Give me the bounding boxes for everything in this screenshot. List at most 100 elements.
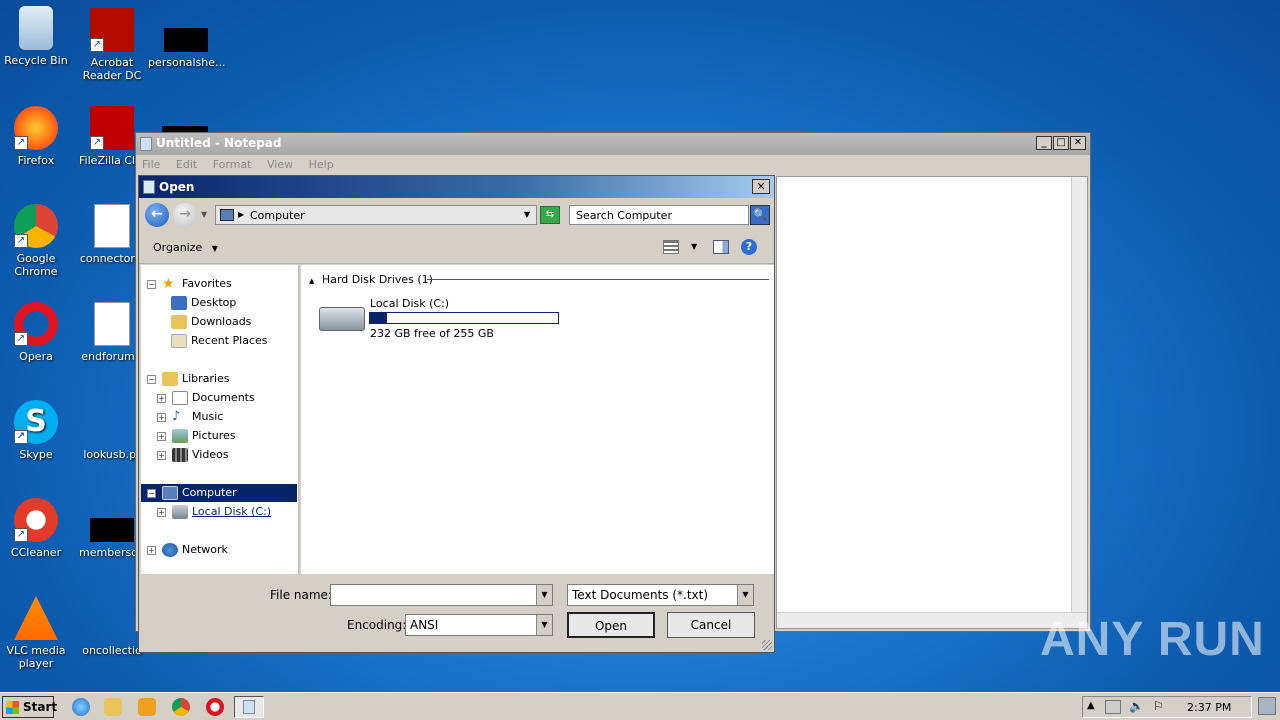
desktop-icon-chrome[interactable]: ↗ Google Chrome (0, 204, 74, 278)
close-button[interactable]: ✕ (1070, 136, 1086, 150)
maximize-button[interactable]: □ (1053, 136, 1069, 150)
menu-file[interactable]: File (142, 158, 160, 171)
desktop-icon-label: Google Chrome (14, 252, 58, 278)
tree-item-videos[interactable]: + Videos (157, 446, 229, 464)
dialog-toolbar: Organize ▼ ▼ ? (139, 232, 774, 264)
chevron-down-icon[interactable]: ▼ (536, 615, 552, 635)
tree-item-network[interactable]: + Network (147, 541, 228, 559)
media-player-icon[interactable] (138, 698, 156, 716)
taskbar-notepad-button[interactable] (234, 696, 264, 718)
desktop-icon-ccleaner[interactable]: ↗ CCleaner (0, 498, 74, 559)
expand-icon[interactable]: + (157, 450, 166, 460)
expand-icon[interactable]: + (157, 412, 166, 422)
tree-item-pictures[interactable]: + Pictures (157, 427, 236, 445)
address-text: Computer (250, 209, 305, 222)
action-center-flag-icon[interactable]: ⚐ (1153, 699, 1164, 713)
tree-item-downloads[interactable]: Downloads (171, 313, 251, 331)
word-document-icon (94, 302, 130, 346)
tree-item-computer[interactable]: − Computer (141, 484, 297, 502)
menu-help[interactable]: Help (309, 158, 334, 171)
back-button[interactable]: ← (145, 203, 169, 227)
clock[interactable]: 2:37 PM (1187, 701, 1231, 714)
desktop-icon-recycle-bin[interactable]: Recycle Bin (0, 6, 74, 67)
menu-view[interactable]: View (267, 158, 293, 171)
cancel-button[interactable]: Cancel (667, 612, 755, 638)
show-desktop-button[interactable] (1258, 697, 1276, 715)
tree-item-local-disk[interactable]: + Local Disk (C:) (157, 503, 271, 521)
view-options-icon[interactable] (663, 240, 679, 254)
encoding-label: Encoding: (347, 618, 407, 632)
refresh-button[interactable]: ⇆ (540, 206, 560, 224)
address-dropdown-icon[interactable]: ▼ (524, 210, 530, 219)
file-list-pane[interactable]: ▲ Hard Disk Drives (1) Local Disk (C:) 2… (301, 265, 774, 574)
tree-item-recent-places[interactable]: Recent Places (171, 332, 268, 350)
help-icon[interactable]: ? (741, 239, 757, 255)
collapse-icon[interactable]: − (147, 279, 156, 289)
file-icon (164, 28, 208, 52)
expand-icon[interactable]: + (147, 545, 156, 555)
resize-grip-icon[interactable] (762, 640, 772, 650)
open-button[interactable]: Open (567, 612, 655, 638)
search-icon[interactable]: 🔍 (750, 205, 770, 225)
desktop-icon-vlc[interactable]: VLC media player (0, 596, 74, 670)
organize-button[interactable]: Organize ▼ (153, 241, 218, 254)
minimize-button[interactable]: _ (1036, 136, 1052, 150)
group-header-label: Hard Disk Drives (1) (321, 273, 433, 286)
notepad-titlebar[interactable]: Untitled - Notepad _ □ ✕ (136, 133, 1090, 155)
dialog-titlebar[interactable]: Open ✕ (139, 176, 774, 198)
desktop-icon-opera[interactable]: ↗ Opera (0, 302, 74, 363)
desktop-icon-personalshe[interactable]: personalshe... (148, 28, 225, 69)
menu-edit[interactable]: Edit (176, 158, 197, 171)
collapse-group-icon[interactable]: ▲ (309, 277, 314, 285)
dialog-bottom-area: File name: ▼ Text Documents (*.txt) ▼ En… (139, 574, 774, 652)
history-dropdown-icon[interactable]: ▼ (201, 210, 207, 219)
forward-button[interactable]: → (173, 203, 197, 227)
network-tray-icon[interactable] (1105, 700, 1121, 714)
desktop-icon-skype[interactable]: S ↗ Skype (0, 400, 74, 461)
chevron-down-icon[interactable]: ▼ (536, 585, 552, 605)
address-input[interactable]: ▶ Computer ▼ (215, 205, 537, 225)
menu-format[interactable]: Format (213, 158, 252, 171)
open-dialog[interactable]: Open ✕ ← → ▼ ▶ Computer ▼ ⇆ Search Compu… (138, 175, 775, 653)
opera-icon[interactable] (206, 698, 224, 716)
star-icon: ★ (162, 276, 175, 292)
expand-icon[interactable]: + (157, 393, 166, 403)
drive-item-local-disk[interactable]: Local Disk (C:) 232 GB free of 255 GB (317, 297, 577, 341)
downloads-icon (171, 315, 187, 329)
dialog-close-button[interactable]: ✕ (752, 179, 770, 194)
start-button[interactable]: Start (2, 696, 57, 718)
search-input[interactable]: Search Computer (569, 205, 749, 225)
tree-item-documents[interactable]: + Documents (157, 389, 255, 407)
collapse-icon[interactable]: − (147, 374, 156, 384)
tree-item-desktop[interactable]: Desktop (171, 294, 236, 312)
drive-usage-fill (370, 313, 387, 323)
desktop-icon-acrobat[interactable]: ↗ Acrobat Reader DC (74, 8, 150, 82)
file-name-input[interactable]: ▼ (330, 584, 553, 606)
group-header[interactable]: ▲ Hard Disk Drives (1) (309, 273, 769, 287)
tree-item-libraries[interactable]: − Libraries (147, 370, 230, 388)
expand-icon[interactable]: + (157, 507, 166, 517)
breadcrumb-arrow-icon[interactable]: ▶ (238, 210, 244, 219)
notepad-text-area[interactable] (776, 176, 1088, 629)
opera-icon: ↗ (14, 302, 58, 346)
explorer-icon[interactable] (104, 698, 122, 716)
chrome-icon[interactable] (172, 698, 190, 716)
file-type-value: Text Documents (*.txt) (572, 588, 709, 602)
encoding-select[interactable]: ANSI ▼ (405, 614, 553, 636)
collapse-icon[interactable]: − (147, 488, 156, 498)
volume-icon[interactable]: 🔈 (1129, 699, 1144, 713)
dialog-icon (143, 180, 155, 194)
tree-item-favorites[interactable]: − ★ Favorites (147, 275, 232, 293)
preview-pane-icon[interactable] (713, 240, 729, 254)
view-dropdown-icon[interactable]: ▼ (691, 242, 697, 251)
vertical-scrollbar[interactable] (1071, 177, 1087, 628)
expand-icon[interactable]: + (157, 431, 166, 441)
tree-label: Computer (182, 486, 237, 499)
chevron-down-icon[interactable]: ▼ (737, 585, 753, 605)
ie-icon[interactable] (72, 698, 90, 716)
file-type-select[interactable]: Text Documents (*.txt) ▼ (567, 584, 754, 606)
tree-item-music[interactable]: + ♪ Music (157, 408, 223, 426)
notepad-menubar: File Edit Format View Help (136, 155, 1090, 175)
show-hidden-icons-button[interactable]: ▲ (1087, 700, 1095, 711)
desktop-icon-firefox[interactable]: ↗ Firefox (0, 106, 74, 167)
